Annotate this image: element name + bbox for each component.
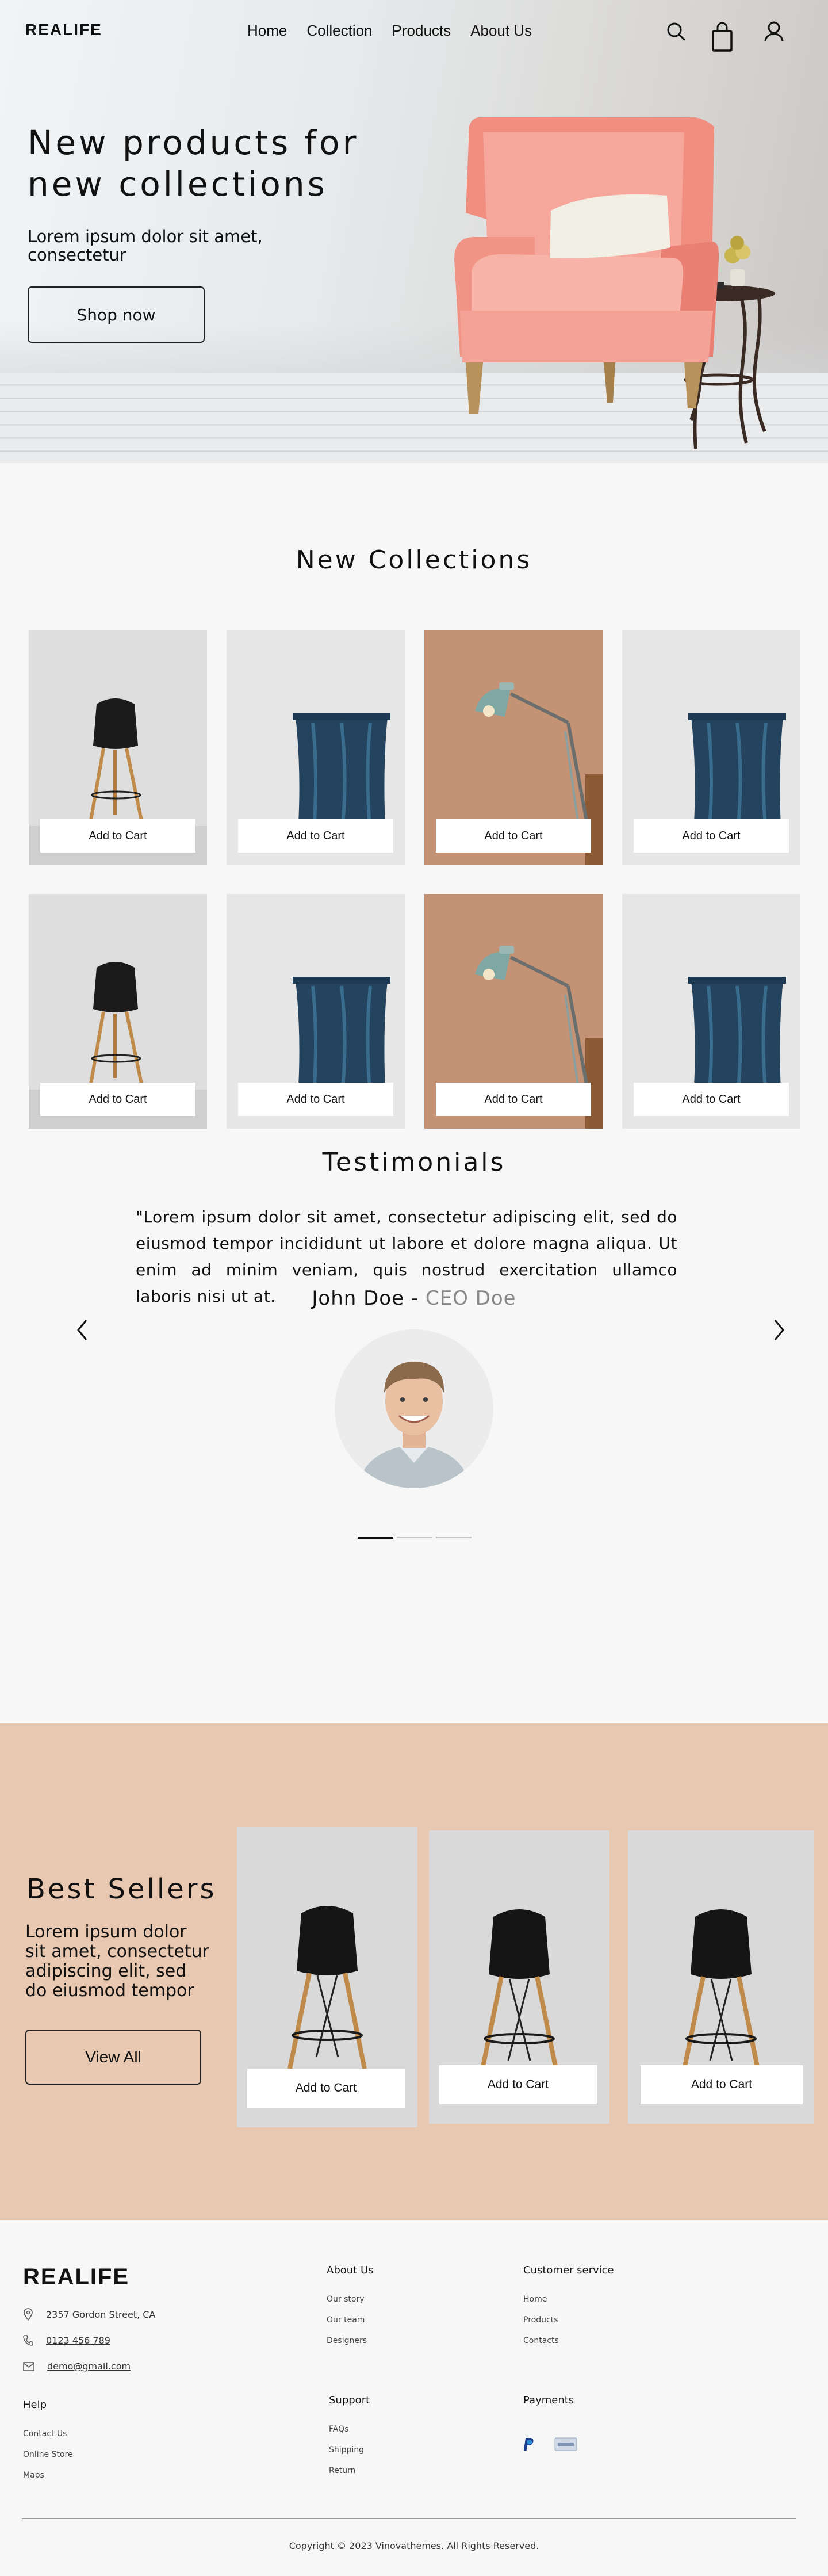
carousel-dot-1[interactable] — [358, 1537, 393, 1539]
best-seller-card[interactable]: Add to Cart — [237, 1827, 417, 2127]
best-sellers-subtitle: Lorem ipsum dolor sit amet, consectetur … — [25, 1922, 209, 2001]
add-to-cart-button[interactable]: Add to Cart — [436, 819, 591, 853]
testimonial-author: John Doe - CEO Doe — [0, 1287, 828, 1310]
footer-link-contact-us[interactable]: Contact Us — [23, 2429, 73, 2439]
about-heading: About Us — [327, 2264, 374, 2276]
mail-icon — [23, 2361, 34, 2371]
add-to-cart-button[interactable]: Add to Cart — [40, 819, 195, 853]
phone-link[interactable]: 0123 456 789 — [46, 2335, 110, 2346]
chevron-left-icon — [77, 1320, 87, 1340]
footer-link-faqs[interactable]: FAQs — [329, 2425, 370, 2434]
add-to-cart-button[interactable]: Add to Cart — [436, 1083, 591, 1116]
hero-title-line-2: new collections — [28, 165, 328, 204]
previous-testimonial-button[interactable] — [71, 1316, 94, 1344]
shopping-bag-icon[interactable] — [711, 21, 734, 53]
payments-heading: Payments — [523, 2394, 574, 2406]
footer-link-contacts[interactable]: Contacts — [523, 2336, 614, 2345]
add-to-cart-button[interactable]: Add to Cart — [634, 819, 789, 853]
footer-phone: 0123 456 789 — [23, 2334, 110, 2346]
add-to-cart-button[interactable]: Add to Cart — [40, 1083, 195, 1116]
product-card[interactable]: Add to Cart — [227, 630, 405, 865]
footer-link-online-store[interactable]: Online Store — [23, 2450, 73, 2459]
best-sellers-section: Best Sellers Lorem ipsum dolor sit amet,… — [0, 1723, 828, 2220]
nav-link-about[interactable]: About Us — [470, 22, 532, 40]
product-card[interactable]: Add to Cart — [424, 894, 603, 1129]
nav-link-products[interactable]: Products — [392, 22, 451, 40]
best-seller-card[interactable]: Add to Cart — [429, 1830, 610, 2124]
product-card[interactable]: Add to Cart — [29, 894, 207, 1129]
credit-card-icon — [554, 2437, 577, 2451]
product-card[interactable]: Add to Cart — [622, 894, 800, 1129]
product-card[interactable]: Add to Cart — [29, 630, 207, 865]
email-link[interactable]: demo@gmail.com — [47, 2361, 131, 2372]
add-to-cart-button[interactable]: Add to Cart — [439, 2065, 597, 2104]
testimonial-avatar — [335, 1329, 493, 1488]
carousel-indicators — [358, 1537, 471, 1539]
address-text: 2357 Gordon Street, CA — [46, 2309, 156, 2320]
footer-link-designers[interactable]: Designers — [327, 2336, 374, 2345]
phone-icon — [23, 2335, 33, 2346]
product-card[interactable]: Add to Cart — [622, 630, 800, 865]
footer-link-home[interactable]: Home — [523, 2295, 614, 2304]
footer-link-products[interactable]: Products — [523, 2315, 614, 2325]
hero-section: REALIFE Home Collection Products About U… — [0, 0, 828, 463]
footer-help-column: Help Contact Us Online Store Maps — [23, 2399, 73, 2491]
footer-email: demo@gmail.com — [23, 2361, 131, 2372]
top-nav: REALIFE Home Collection Products About U… — [0, 0, 828, 63]
nav-link-collection[interactable]: Collection — [306, 22, 372, 40]
product-card[interactable]: Add to Cart — [227, 894, 405, 1129]
product-card[interactable]: Add to Cart — [424, 630, 603, 865]
view-all-button[interactable]: View All — [25, 2030, 201, 2085]
copyright-text: Copyright © 2023 Vinovathemes. All Right… — [289, 2540, 539, 2551]
hero-armchair-image — [454, 117, 775, 449]
footer-address: 2357 Gordon Street, CA — [23, 2308, 155, 2321]
add-to-cart-button[interactable]: Add to Cart — [634, 1083, 789, 1116]
author-separator: - — [404, 1287, 425, 1310]
site-footer: REALIFE 2357 Gordon Street, CA 0123 456 … — [0, 2220, 828, 2576]
add-to-cart-button[interactable]: Add to Cart — [238, 1083, 393, 1116]
search-icon[interactable] — [665, 20, 688, 45]
user-account-icon[interactable] — [762, 20, 785, 45]
best-seller-card[interactable]: Add to Cart — [628, 1830, 814, 2124]
add-to-cart-button[interactable]: Add to Cart — [247, 2069, 405, 2108]
chevron-right-icon — [774, 1320, 784, 1340]
author-role: CEO Doe — [425, 1287, 516, 1310]
brand-logo[interactable]: REALIFE — [25, 21, 102, 39]
hero-subtitle: Lorem ipsum dolor sit amet, consectetur — [28, 227, 263, 265]
footer-payments-column: Payments — [523, 2394, 574, 2425]
footer-support-column: Support FAQs Shipping Return — [329, 2394, 370, 2487]
footer-link-return[interactable]: Return — [329, 2466, 370, 2475]
footer-link-our-story[interactable]: Our story — [327, 2295, 374, 2304]
hero-title: New products for new collections — [28, 122, 384, 205]
paypal-icon — [524, 2438, 534, 2451]
carousel-dot-2[interactable] — [397, 1537, 432, 1538]
person-photo — [335, 1329, 493, 1488]
author-name: John Doe — [312, 1287, 405, 1310]
testimonials-section: Testimonials "Lorem ipsum dolor sit amet… — [0, 1148, 828, 1723]
hero-title-line-1: New products for — [28, 123, 359, 162]
footer-link-shipping[interactable]: Shipping — [329, 2445, 370, 2455]
payment-methods — [523, 2437, 577, 2452]
footer-brand-logo[interactable]: REALIFE — [23, 2264, 129, 2290]
testimonials-title: Testimonials — [322, 1148, 506, 1177]
footer-customer-service-column: Customer service Home Products Contacts — [523, 2264, 614, 2357]
carousel-dot-3[interactable] — [436, 1537, 471, 1538]
shop-now-button[interactable]: Shop now — [28, 286, 205, 343]
footer-link-our-team[interactable]: Our team — [327, 2315, 374, 2325]
new-collections-section: New Collections Add to Cart Add to Cart — [0, 463, 828, 1148]
customer-service-heading: Customer service — [523, 2264, 614, 2276]
footer-link-maps[interactable]: Maps — [23, 2471, 73, 2480]
support-heading: Support — [329, 2394, 370, 2406]
location-pin-icon — [24, 2308, 33, 2321]
best-sellers-title: Best Sellers — [26, 1873, 217, 1905]
new-collections-title: New Collections — [296, 545, 532, 575]
footer-about-column: About Us Our story Our team Designers — [327, 2264, 374, 2357]
add-to-cart-button[interactable]: Add to Cart — [238, 819, 393, 853]
nav-link-home[interactable]: Home — [247, 22, 287, 40]
main-nav-links: Home Collection Products About Us — [247, 22, 532, 40]
next-testimonial-button[interactable] — [767, 1316, 790, 1344]
footer-divider — [22, 2518, 796, 2519]
help-heading: Help — [23, 2399, 47, 2411]
add-to-cart-button[interactable]: Add to Cart — [641, 2065, 803, 2104]
